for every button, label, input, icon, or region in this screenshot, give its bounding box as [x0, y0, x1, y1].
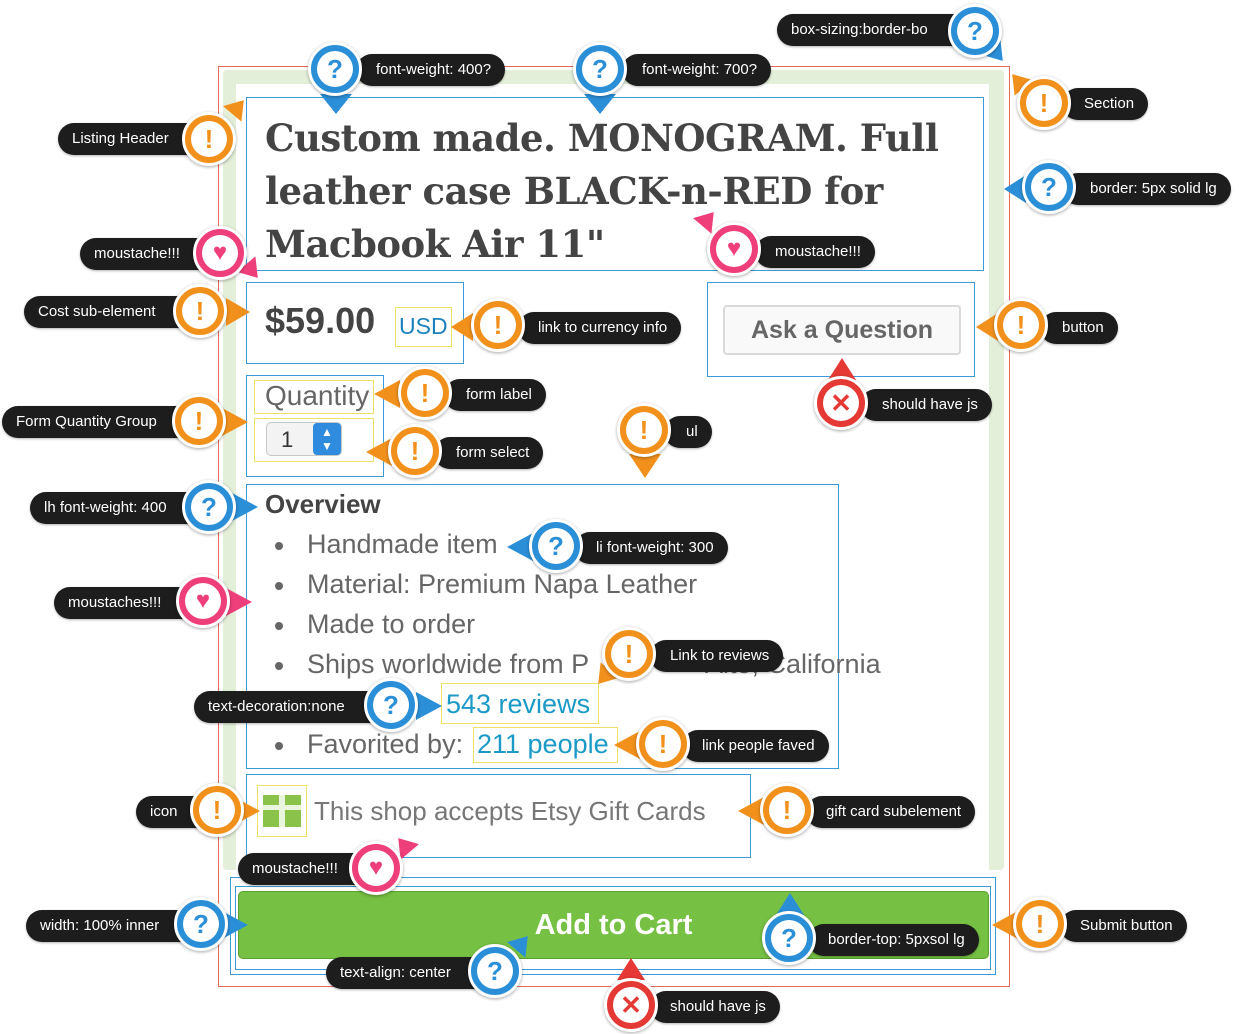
annotation-tag: gift card subelement: [806, 796, 976, 828]
gift-card-text: This shop accepts Etsy Gift Cards: [314, 796, 706, 826]
favorited-label: Favorited by:: [307, 729, 464, 759]
annotation-tag: link people faved: [682, 730, 829, 762]
list-item: Ships worldwide from P: [307, 649, 590, 679]
price: $59.00: [265, 300, 376, 341]
bullet: [275, 662, 283, 670]
annotation-tag: form label: [444, 379, 546, 411]
annotation-pointer: [374, 380, 400, 408]
annotation-pointer: [584, 94, 616, 114]
warning-badge-icon: !: [398, 366, 452, 420]
warning-badge-icon: !: [172, 394, 226, 448]
warning-badge-icon: !: [636, 717, 690, 771]
annotation-tag: ul: [664, 416, 712, 448]
warning-badge-icon: !: [173, 284, 227, 338]
bullet: [275, 742, 283, 750]
annotation-pointer: [320, 94, 352, 114]
bullet: [275, 542, 283, 550]
annotation-pointer: [451, 313, 473, 341]
reviews-link[interactable]: 543 reviews: [446, 689, 590, 720]
annotation-pointer: [226, 298, 250, 326]
heart-badge-icon: ♥: [349, 841, 403, 895]
error-badge-icon: ✕: [604, 978, 658, 1032]
list-item: Made to order: [307, 609, 476, 639]
annotation-tag: moustache!!!: [755, 236, 875, 268]
annotation-tag: font-weight: 700?: [622, 54, 772, 86]
bullet: [275, 622, 283, 630]
annotation-tag: li font-weight: 300: [574, 532, 728, 564]
annotation-tag: Cost sub-element: [24, 296, 196, 328]
annotation-tag: text-align: center: [326, 957, 491, 989]
ask-question-button[interactable]: Ask a Question: [723, 305, 961, 355]
warning-badge-icon: !: [471, 298, 525, 352]
annotation-tag: should have js: [650, 991, 780, 1023]
annotation-pointer: [629, 454, 661, 478]
list-item: Material: Premium Napa Leather: [307, 569, 698, 599]
question-badge-icon: ?: [182, 480, 236, 534]
warning-badge-icon: !: [388, 424, 442, 478]
question-badge-icon: ?: [364, 678, 418, 732]
annotation-pointer: [416, 692, 442, 720]
annotation-tag: Link to reviews: [650, 640, 784, 672]
warning-badge-icon: !: [994, 298, 1048, 352]
annotation-tag: Submit button: [1060, 910, 1187, 942]
warning-badge-icon: !: [617, 403, 671, 457]
warning-badge-icon: !: [190, 783, 244, 837]
warning-badge-icon: !: [602, 627, 656, 681]
annotation-tag: link to currency info: [518, 312, 682, 344]
warning-badge-icon: !: [182, 112, 236, 166]
heart-badge-icon: ♥: [707, 222, 761, 276]
annotation-tag: lh font-weight: 400: [30, 492, 207, 524]
annotation-tag: border-top: 5pxsol lg: [808, 924, 979, 956]
list-item: Handmade item: [307, 529, 498, 559]
overview-heading: Overview: [265, 489, 381, 519]
annotation-tag: Form Quantity Group: [2, 406, 197, 438]
question-badge-icon: ?: [308, 42, 362, 96]
question-badge-icon: ?: [762, 911, 816, 965]
annotation-tag: text-decoration:none: [194, 691, 385, 723]
quantity-label: Quantity: [265, 380, 370, 411]
annotation-tag: button: [1040, 312, 1118, 344]
currency-link[interactable]: USD: [399, 313, 448, 340]
error-badge-icon: ✕: [814, 376, 868, 430]
bullet: [275, 582, 283, 590]
question-badge-icon: ?: [948, 4, 1002, 58]
favorited-link[interactable]: 211 people: [477, 729, 609, 760]
heart-badge-icon: ♥: [176, 574, 230, 628]
annotation-tag: should have js: [860, 389, 992, 421]
annotation-tag: font-weight: 400?: [356, 54, 506, 86]
heart-badge-icon: ♥: [193, 226, 247, 280]
question-badge-icon: ?: [529, 519, 583, 573]
warning-badge-icon: !: [760, 783, 814, 837]
question-badge-icon: ?: [573, 42, 627, 96]
question-badge-icon: ?: [468, 944, 522, 998]
annotation-pointer: [617, 958, 645, 980]
gift-card-icon: [263, 795, 301, 827]
select-arrows-icon[interactable]: ▲ ▼: [313, 423, 341, 455]
question-badge-icon: ?: [174, 897, 228, 951]
warning-badge-icon: !: [1013, 897, 1067, 951]
annotation-tag: form select: [434, 437, 544, 469]
annotation-tag: Section: [1062, 88, 1149, 120]
quantity-value: 1: [281, 427, 294, 452]
warning-badge-icon: !: [1017, 76, 1071, 130]
question-badge-icon: ?: [1022, 160, 1076, 214]
annotation-tag: border: 5px solid lg: [1062, 173, 1231, 205]
